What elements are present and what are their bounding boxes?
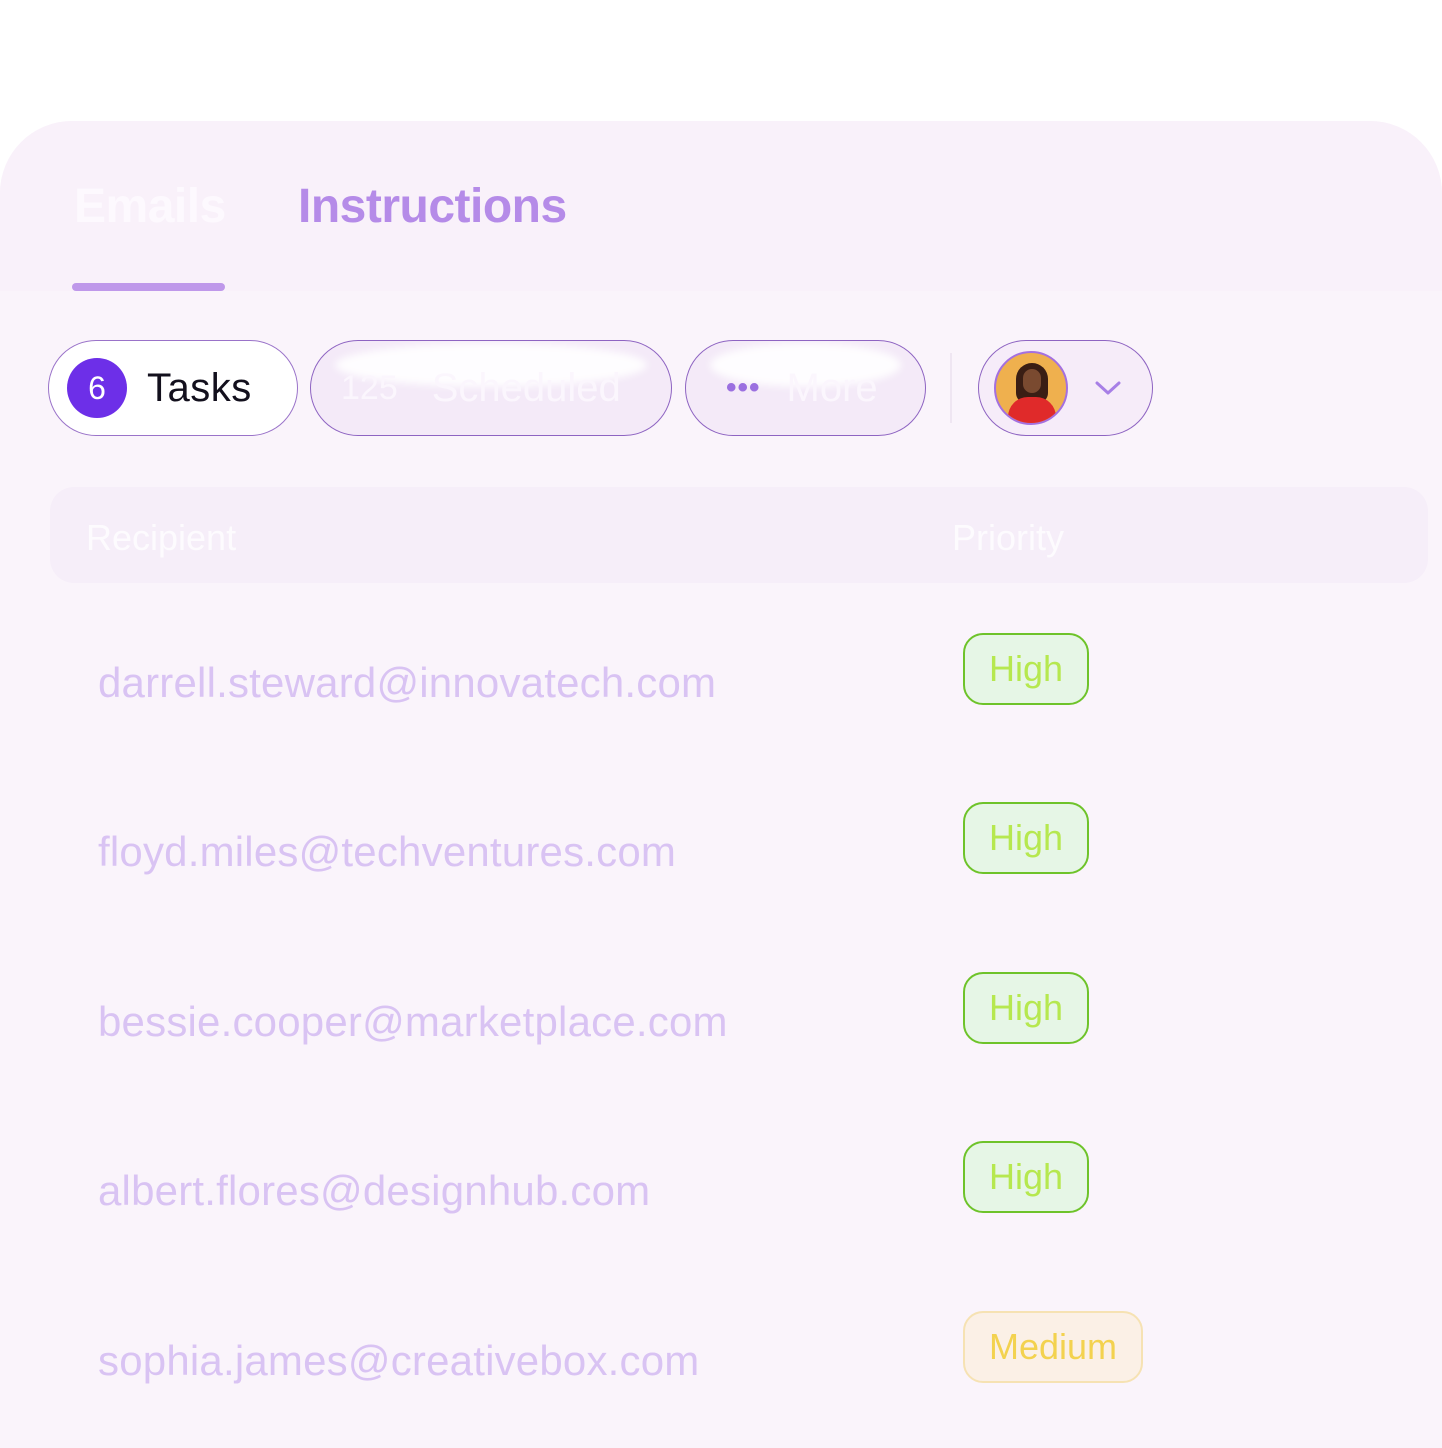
scheduled-filter-button[interactable]: 125 Scheduled (310, 340, 672, 436)
column-header-priority[interactable]: Priority (952, 517, 1064, 559)
table-row[interactable]: sophia.james@creativebox.com Medium (50, 1311, 1428, 1421)
recipient-email: albert.flores@designhub.com (98, 1167, 651, 1214)
active-tab-indicator (72, 283, 225, 291)
priority-badge: Medium (963, 1311, 1144, 1383)
table-row[interactable]: bessie.cooper@marketplace.com High (50, 972, 1428, 1082)
toolbar-divider (950, 353, 952, 423)
priority-badge: High (963, 1141, 1090, 1213)
scheduled-filter-label: Scheduled (431, 365, 621, 410)
tasks-filter-button[interactable]: 6 Tasks (48, 340, 298, 436)
tasks-filter-label: Tasks (147, 365, 252, 410)
table-row[interactable]: floyd.miles@techventures.com High (50, 802, 1428, 912)
recipient-email: bessie.cooper@marketplace.com (98, 998, 728, 1045)
more-filter-label: More (786, 365, 878, 410)
table-row[interactable]: albert.flores@designhub.com High (50, 1141, 1428, 1251)
scheduled-count: 125 (341, 368, 398, 407)
tab-emails[interactable]: Emails (74, 179, 226, 235)
recipient-email: darrell.steward@innovatech.com (98, 659, 717, 706)
priority-badge: High (963, 633, 1090, 705)
tab-instructions[interactable]: Instructions (298, 179, 567, 235)
recipient-email: floyd.miles@techventures.com (98, 828, 677, 875)
recipient-email: sophia.james@creativebox.com (98, 1337, 700, 1384)
ellipsis-icon: ••• (726, 371, 761, 404)
table-header: Recipient Priority (50, 487, 1428, 583)
more-filter-button[interactable]: ••• More (685, 340, 926, 436)
priority-badge: High (963, 802, 1090, 874)
column-header-recipient[interactable]: Recipient (86, 517, 236, 559)
chevron-down-icon (1095, 381, 1121, 395)
priority-badge: High (963, 972, 1090, 1044)
email-tasks-card: Emails Instructions 6 Tasks 125 Schedule… (0, 121, 1442, 1448)
tasks-count-badge: 6 (67, 358, 127, 418)
table-row[interactable]: darrell.steward@innovatech.com High (50, 633, 1428, 743)
user-selector[interactable] (978, 340, 1153, 436)
user-avatar (994, 351, 1068, 425)
